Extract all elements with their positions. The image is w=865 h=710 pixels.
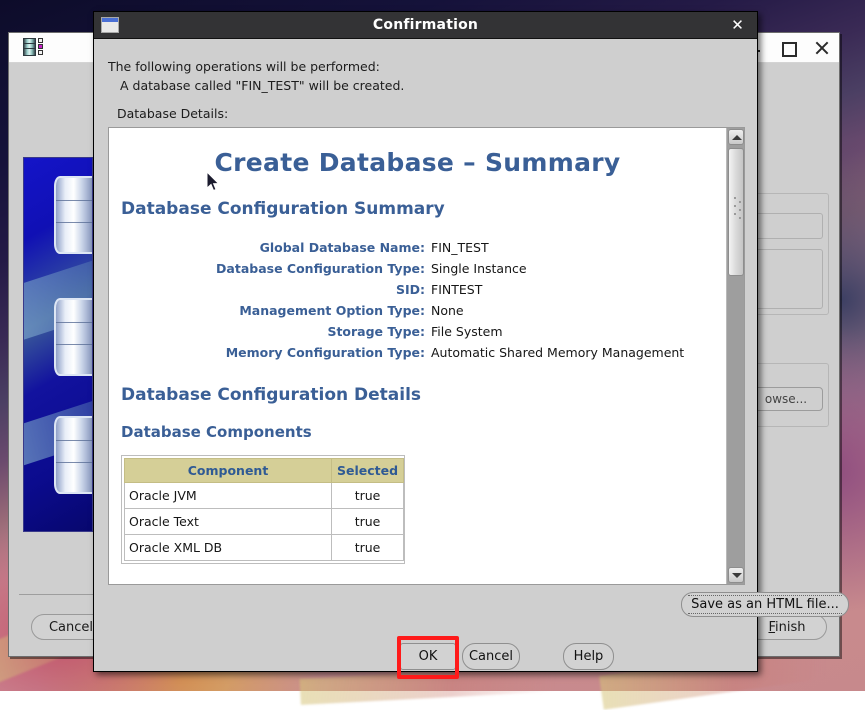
summary-scroll-pane[interactable]: Create Database – Summary Database Confi… (108, 127, 745, 585)
config-label: Management Option Type: (239, 303, 425, 318)
help-button[interactable]: Help (563, 643, 614, 670)
wizard-finish-button[interactable]: Finish (747, 614, 827, 640)
column-header-component: Component (123, 458, 333, 483)
config-summary-table: Global Database Name: FIN_TEST Database … (109, 237, 684, 363)
database-icon (23, 37, 45, 58)
section-components-heading: Database Components (121, 423, 312, 441)
table-row: Memory Configuration Type: Automatic Sha… (109, 342, 685, 363)
operations-heading: The following operations will be perform… (108, 59, 380, 74)
operation-item: A database called "FIN_TEST" will be cre… (120, 78, 405, 93)
config-label: Memory Configuration Type: (225, 345, 425, 360)
config-value: Automatic Shared Memory Management (431, 345, 685, 360)
component-selected: true (331, 482, 404, 509)
scroll-up-arrow[interactable] (728, 129, 744, 145)
config-value: FIN_TEST (431, 240, 489, 255)
config-value: Single Instance (431, 261, 527, 276)
table-row: Database Configuration Type: Single Inst… (109, 258, 684, 279)
table-row: SID: FINTEST (109, 279, 684, 300)
dbca-banner-image (23, 157, 93, 532)
cancel-button[interactable]: Cancel (462, 643, 520, 670)
maximize-icon[interactable] (781, 41, 797, 57)
component-selected: true (331, 534, 404, 561)
table-row: Oracle XML DB true (123, 534, 404, 561)
config-value: File System (431, 324, 503, 339)
column-header-selected: Selected (331, 458, 404, 483)
config-label: SID: (395, 282, 425, 297)
page-title: Create Database – Summary (214, 148, 621, 177)
component-selected: true (331, 508, 404, 535)
config-label: Storage Type: (327, 324, 425, 339)
config-label: Global Database Name: (259, 240, 425, 255)
ok-button-label: OK (418, 649, 438, 664)
help-button-label: Help (573, 649, 604, 664)
section-config-details-heading: Database Configuration Details (121, 385, 422, 405)
scroll-down-arrow[interactable] (728, 567, 744, 583)
wizard-finish-label: Finish (768, 619, 806, 635)
component-name: Oracle JVM (123, 482, 333, 509)
save-as-html-label: Save as an HTML file... (691, 597, 839, 612)
database-details-label: Database Details: (117, 106, 229, 121)
table-row: Oracle JVM true (123, 482, 404, 509)
config-value: None (431, 303, 464, 318)
save-as-html-button[interactable]: Save as an HTML file... (681, 592, 849, 617)
cancel-button-label: Cancel (468, 649, 514, 664)
section-config-summary-heading: Database Configuration Summary (121, 199, 445, 219)
config-value: FINTEST (431, 282, 483, 297)
close-icon[interactable] (815, 41, 829, 55)
table-row: Management Option Type: None (109, 300, 684, 321)
dialog-title: Confirmation (372, 17, 479, 33)
table-row: Oracle Text true (123, 508, 404, 535)
table-row: Storage Type: File System (109, 321, 684, 342)
browse-button[interactable]: owse... (749, 387, 823, 411)
dialog-body: The following operations will be perform… (94, 39, 849, 679)
table-header-row: Component Selected (123, 458, 404, 483)
confirmation-dialog[interactable]: Confirmation ✕ The following operations … (93, 11, 849, 679)
component-name: Oracle Text (123, 508, 333, 535)
wizard-cancel-label: Cancel (48, 619, 94, 635)
dialog-titlebar[interactable]: Confirmation ✕ (94, 12, 757, 39)
vertical-scrollbar[interactable] (726, 128, 744, 584)
summary-document: Create Database – Summary Database Confi… (109, 128, 726, 584)
config-label: Database Configuration Type: (216, 261, 425, 276)
components-table-wrapper: Component Selected Oracle JVM true Oracl… (121, 455, 405, 564)
window-icon (101, 17, 119, 33)
scroll-thumb[interactable] (728, 148, 744, 276)
components-table: Component Selected Oracle JVM true Oracl… (123, 458, 404, 561)
table-row: Global Database Name: FIN_TEST (109, 237, 684, 258)
browse-button-label: owse... (764, 392, 808, 406)
ok-button[interactable]: OK (400, 643, 456, 670)
dialog-close-icon[interactable]: ✕ (730, 18, 745, 33)
component-name: Oracle XML DB (123, 534, 333, 561)
